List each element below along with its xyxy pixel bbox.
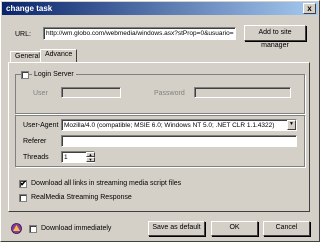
url-label: URL: [15,31,31,38]
password-label: Password [154,90,185,97]
tab-advance[interactable]: Advance [40,49,78,62]
app-logo-icon [11,223,22,234]
user-field[interactable] [61,87,121,98]
window-title: change task [6,4,53,13]
login-server-checkbox[interactable] [21,71,29,79]
save-as-default-button[interactable]: Save as default [148,221,205,236]
user-label: User [33,90,48,97]
download-all-links-label: Download all links in streaming media sc… [31,180,182,187]
add-to-site-manager-button[interactable]: Add to site manager [244,25,306,49]
url-input[interactable]: http://wm.globo.com/webmedia/windows.asx… [43,27,236,40]
threads-label: Threads [23,154,49,161]
download-all-links-checkbox[interactable]: ✔ [19,180,27,188]
chevron-down-icon[interactable]: ▼ [287,120,296,130]
close-button[interactable]: x [303,3,316,14]
user-agent-combobox[interactable]: Mozilla/4.0 (compatible; MSIE 6.0; Windo… [61,119,297,131]
advance-tab-panel: Login Server User Password User-Agent Mo… [8,62,310,212]
download-immediately-label: Download immediately [41,225,112,232]
title-bar[interactable]: change task x [2,2,318,15]
user-agent-value: Mozilla/4.0 (compatible; MSIE 6.0; Windo… [64,122,275,129]
spin-down-icon[interactable]: ▼ [86,157,95,162]
ok-button[interactable]: OK [211,221,258,236]
referer-field[interactable] [61,135,297,147]
change-task-dialog: change task x URL: http://wm.globo.com/w… [0,0,320,242]
realmedia-streaming-checkbox[interactable] [19,194,27,202]
user-agent-label: User-Agent [23,122,59,129]
download-immediately-checkbox[interactable] [29,225,37,233]
realmedia-streaming-label: RealMedia Streaming Response [31,194,132,201]
password-field[interactable] [194,87,291,98]
cancel-button[interactable]: Cancel [263,221,310,236]
checkmark-icon: ✔ [20,179,27,188]
login-server-label: Login Server [32,71,76,78]
referer-label: Referer [23,138,47,145]
